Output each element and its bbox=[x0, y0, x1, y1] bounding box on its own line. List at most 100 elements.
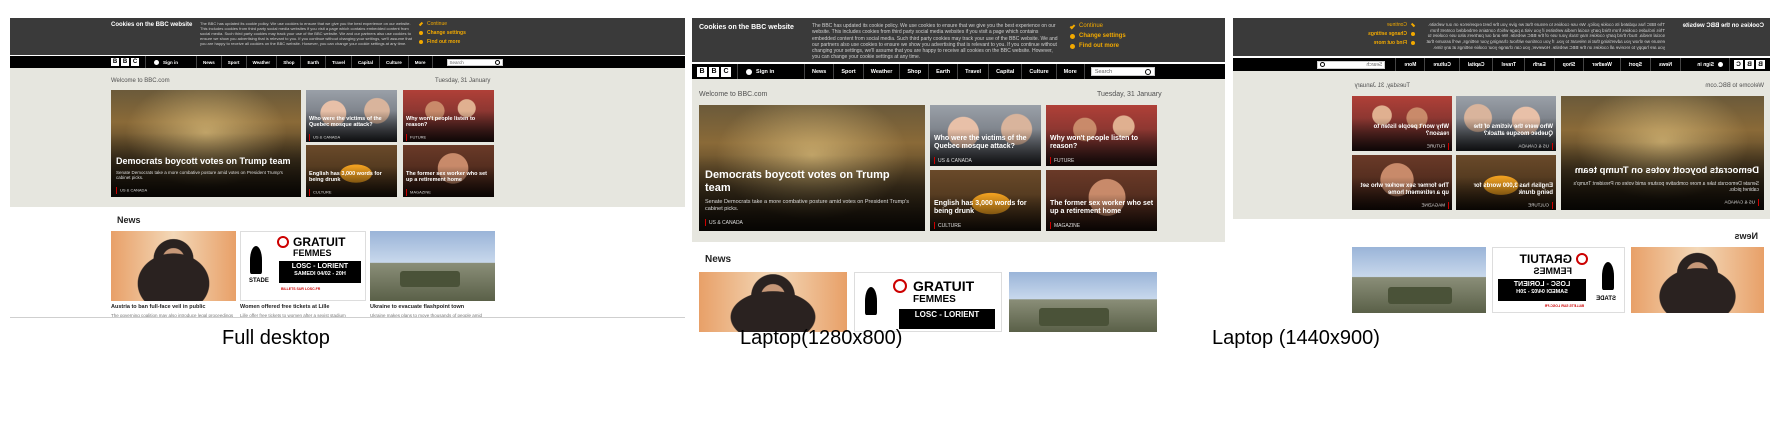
nav-weather[interactable]: Weather bbox=[1583, 58, 1620, 71]
nav-sport[interactable]: Sport bbox=[1619, 58, 1650, 71]
bbc-logo[interactable]: B B C bbox=[111, 58, 139, 66]
nav-earth[interactable]: Earth bbox=[929, 64, 959, 79]
nav-culture[interactable]: Culture bbox=[1022, 64, 1057, 79]
change-settings-link[interactable]: Change settings bbox=[1368, 31, 1415, 37]
nav-more[interactable]: More bbox=[409, 56, 433, 68]
card-drunk[interactable]: English has 3,000 words for being drunk … bbox=[1456, 155, 1556, 210]
card-retirement[interactable]: The former sex worker who set up a retir… bbox=[1046, 170, 1157, 231]
card-retirement[interactable]: The former sex worker who set up a retir… bbox=[403, 145, 494, 197]
continue-label: Continue bbox=[427, 21, 448, 27]
card-reason[interactable]: Why won't people listen to reason? FUTUR… bbox=[1046, 105, 1157, 166]
nav-sport[interactable]: Sport bbox=[222, 56, 247, 68]
news-image-lille-ad[interactable]: STADE GRATUIT FEMMES LOSC - LORIENT SAMED… bbox=[240, 231, 366, 301]
info-dot-icon bbox=[1070, 43, 1075, 49]
card-drunk[interactable]: English has 3,000 words for being drunk … bbox=[930, 170, 1041, 231]
check-icon bbox=[1410, 22, 1416, 28]
sign-in-button[interactable]: Sign in bbox=[737, 64, 805, 79]
search-input[interactable]: Search bbox=[446, 58, 503, 66]
card-quebec[interactable]: Who were the victims of the Quebec mosqu… bbox=[930, 105, 1041, 166]
card-retirement[interactable]: The former sex worker who set up a retir… bbox=[1352, 155, 1452, 210]
sign-in-button[interactable]: Sign in bbox=[1680, 58, 1730, 71]
nav-capital[interactable]: Capital bbox=[1458, 58, 1493, 71]
change-settings-label: Change settings bbox=[1079, 33, 1126, 39]
ad-billets: BILLETS SUR LOSC.FR bbox=[281, 287, 321, 291]
nav-news[interactable]: News bbox=[1649, 58, 1680, 71]
nav-culture[interactable]: Culture bbox=[380, 56, 409, 68]
news-image-veil[interactable] bbox=[111, 231, 236, 301]
card-quebec[interactable]: Who were the victims of the Quebec mosqu… bbox=[306, 90, 397, 142]
nav-culture[interactable]: Culture bbox=[1424, 58, 1459, 71]
news-image-lille-ad[interactable]: STADE GRATUIT FEMMES LOSC - LORIENT SAMED… bbox=[1492, 247, 1625, 313]
change-settings-link[interactable]: Change settings bbox=[1070, 33, 1126, 39]
card-drunk[interactable]: English has 3,000 words for being drunk … bbox=[306, 145, 397, 197]
ad-match-box: LOSC - LORIENT bbox=[899, 309, 995, 329]
nav-travel[interactable]: Travel bbox=[326, 56, 352, 68]
nav-earth[interactable]: Earth bbox=[1523, 58, 1554, 71]
search-icon bbox=[494, 59, 500, 65]
date-text: Tuesday, 31 January bbox=[1097, 91, 1162, 98]
card-quebec-title: Who were the victims of the Quebec mosqu… bbox=[309, 116, 382, 129]
logo-b1: B bbox=[111, 58, 119, 66]
hero-tag: US & CANADA bbox=[116, 187, 147, 194]
nav-sport[interactable]: Sport bbox=[834, 64, 864, 79]
find-out-more-link[interactable]: Find out more bbox=[1070, 43, 1126, 49]
search-placeholder: Search bbox=[1366, 61, 1383, 68]
nav-more[interactable]: More bbox=[1395, 58, 1425, 71]
search-input[interactable]: Search bbox=[1317, 60, 1386, 69]
continue-button[interactable]: Continue bbox=[1069, 23, 1126, 29]
sign-in-button[interactable]: Sign in bbox=[145, 56, 197, 68]
bbc-logo[interactable]: B B C bbox=[697, 66, 731, 77]
nav-links: News Sport Weather Shop Earth Travel Cap… bbox=[1395, 58, 1680, 71]
nav-weather[interactable]: Weather bbox=[247, 56, 278, 68]
news-image-ukraine[interactable] bbox=[1352, 247, 1486, 313]
losc-badge-icon bbox=[893, 279, 907, 293]
hero-summary: Senate Democrats take a more combative p… bbox=[116, 170, 283, 181]
search-placeholder: Search bbox=[1094, 68, 1113, 75]
search-input[interactable]: Search bbox=[1090, 67, 1155, 76]
nav-travel[interactable]: Travel bbox=[958, 64, 990, 79]
news-item-1-title[interactable]: Women offered free tickets at Lille bbox=[240, 304, 366, 310]
nav-news[interactable]: News bbox=[197, 56, 222, 68]
news-item-2-title[interactable]: Ukraine to evacuate flashpoint town bbox=[370, 304, 495, 310]
bbc-logo[interactable]: B B C bbox=[1734, 60, 1765, 69]
card-reason-title: Why won't people listen to reason? bbox=[1373, 124, 1449, 137]
news-image-ukraine[interactable] bbox=[1009, 272, 1157, 332]
news-image-ukraine[interactable] bbox=[370, 231, 495, 301]
nav-shop[interactable]: Shop bbox=[277, 56, 302, 68]
news-image-veil[interactable] bbox=[1631, 247, 1764, 313]
nav-capital[interactable]: Capital bbox=[352, 56, 380, 68]
nav-weather[interactable]: Weather bbox=[864, 64, 901, 79]
hero-title: Democrats boycott votes on Trump team bbox=[116, 156, 291, 166]
nav-shop[interactable]: Shop bbox=[1553, 58, 1584, 71]
continue-button[interactable]: Continue bbox=[1368, 22, 1416, 28]
cookie-banner: Cookies on the BBC website The BBC has u… bbox=[10, 18, 685, 55]
nav-capital[interactable]: Capital bbox=[989, 64, 1023, 79]
ad-gratuit: GRATUIT bbox=[293, 235, 346, 249]
logo-c: C bbox=[1734, 60, 1743, 69]
find-out-more-link[interactable]: Find out more bbox=[419, 39, 466, 45]
hero-tag: US & CANADA bbox=[705, 219, 743, 226]
logo-c: C bbox=[131, 58, 139, 66]
card-reason[interactable]: Why won't people listen to reason? FUTUR… bbox=[403, 90, 494, 142]
news-image-veil[interactable] bbox=[699, 272, 847, 332]
card-reason[interactable]: Why won't people listen to reason? FUTUR… bbox=[1352, 96, 1452, 151]
sign-in-label: Sign in bbox=[1697, 61, 1714, 68]
nav-earth[interactable]: Earth bbox=[301, 56, 326, 68]
news-image-lille-ad[interactable]: GRATUIT FEMMES LOSC - LORIENT bbox=[854, 272, 1002, 332]
card-quebec[interactable]: Who were the victims of the Quebec mosqu… bbox=[1456, 96, 1556, 151]
logo-c: C bbox=[721, 66, 731, 77]
logo-b2: B bbox=[1745, 60, 1754, 69]
ad-date: SAMEDI 04/02 - 20H bbox=[1516, 288, 1568, 295]
continue-button[interactable]: Continue bbox=[418, 21, 466, 27]
nav-more[interactable]: More bbox=[1057, 64, 1085, 79]
nav-shop[interactable]: Shop bbox=[900, 64, 930, 79]
hero-card[interactable]: Democrats boycott votes on Trump team Se… bbox=[111, 90, 301, 197]
nav-travel[interactable]: Travel bbox=[1492, 58, 1524, 71]
news-item-0-title[interactable]: Austria to ban full-face veil in public bbox=[111, 304, 236, 310]
hero-card[interactable]: Democrats boycott votes on Trump team Se… bbox=[1561, 96, 1764, 210]
change-settings-link[interactable]: Change settings bbox=[419, 30, 466, 36]
nav-news[interactable]: News bbox=[805, 64, 835, 79]
hero-card[interactable]: Democrats boycott votes on Trump team Se… bbox=[699, 105, 925, 231]
find-out-more-link[interactable]: Find out more bbox=[1368, 40, 1415, 46]
panel-laptop-1440-mirrored: Cookies on the BBC website The BBC has u… bbox=[1233, 18, 1770, 363]
